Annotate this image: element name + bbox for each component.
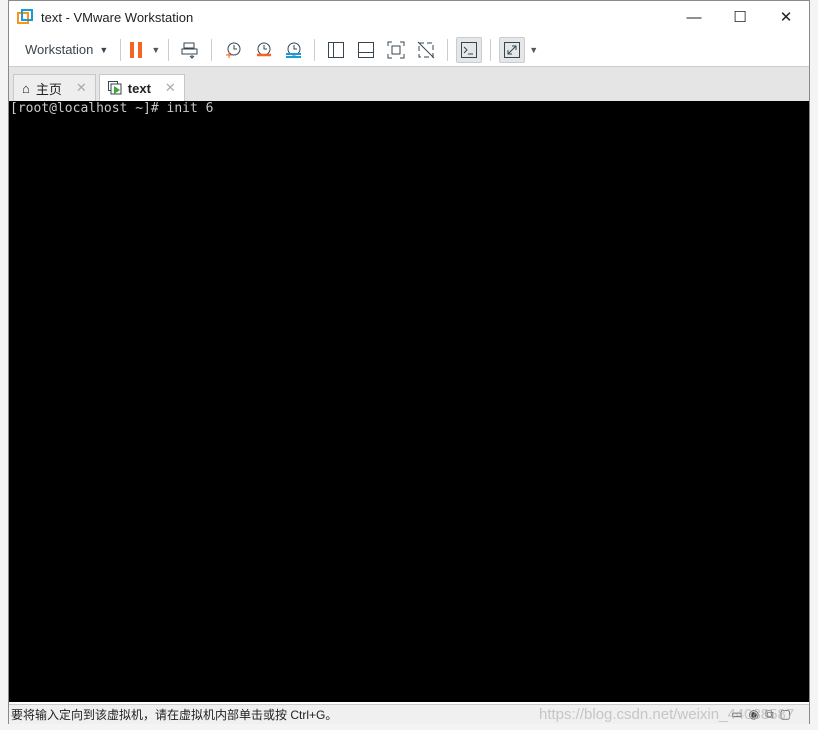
window-title: text - VMware Workstation — [41, 9, 194, 25]
thumbnail-view-icon — [358, 41, 375, 58]
toolbar: Workstation ▼ ▼ ▼ — [9, 33, 809, 67]
console-view-icon — [461, 41, 478, 58]
separator — [447, 38, 449, 61]
fullscreen-button[interactable] — [383, 37, 409, 63]
separator — [120, 38, 122, 61]
snapshot-manager-button[interactable] — [280, 37, 306, 63]
chevron-down-icon[interactable]: ▼ — [529, 45, 538, 55]
snapshot-revert-icon — [257, 42, 272, 56]
status-bar: 要将输入定向到该虚拟机，请在虚拟机内部单击或按 Ctrl+G。 https://… — [9, 704, 809, 724]
console-view-button[interactable] — [456, 36, 483, 63]
close-tab-icon[interactable]: ✕ — [165, 80, 176, 96]
home-icon: ⌂ — [22, 80, 30, 96]
sidebar-view-button[interactable] — [323, 37, 349, 63]
tab-label: text — [127, 80, 151, 96]
unity-button[interactable] — [413, 37, 439, 63]
unity-icon — [417, 41, 435, 58]
thumbnail-view-button[interactable] — [353, 37, 379, 63]
sidebar-view-icon — [328, 41, 345, 58]
send-ctrl-alt-del-icon — [181, 42, 198, 59]
close-button[interactable]: ✕ — [763, 1, 809, 33]
snapshot-take-icon — [226, 42, 241, 58]
stretch-icon — [504, 41, 521, 58]
workstation-menu[interactable]: Workstation ▼ — [21, 37, 112, 63]
watermark: https://blog.csdn.net/weixin_44088587 — [539, 706, 795, 723]
stretch-button[interactable] — [499, 36, 526, 63]
send-ctrl-alt-del-button[interactable] — [177, 37, 203, 63]
vm-console[interactable]: [root@localhost ~]# init 6 — [9, 101, 809, 702]
separator — [314, 38, 316, 61]
workstation-menu-label: Workstation — [25, 42, 94, 57]
take-snapshot-button[interactable] — [220, 37, 246, 63]
tab-home[interactable]: ⌂ 主页 ✕ — [13, 74, 96, 101]
minimize-button[interactable]: — — [671, 1, 717, 33]
vmware-window: text - VMware Workstation — ☐ ✕ Workstat… — [8, 0, 810, 724]
tab-label: 主页 — [35, 81, 62, 97]
fullscreen-icon — [387, 41, 405, 58]
separator — [211, 38, 213, 61]
pause-button[interactable]: ▼ — [129, 37, 160, 63]
tab-vm-text[interactable]: text ✕ — [98, 74, 185, 101]
snapshot-manager-icon — [286, 42, 302, 58]
separator — [168, 38, 170, 61]
pause-icon — [130, 41, 143, 58]
tab-bar: ⌂ 主页 ✕ text ✕ — [9, 67, 809, 101]
chevron-down-icon: ▼ — [151, 44, 161, 55]
close-tab-icon[interactable]: ✕ — [76, 80, 87, 96]
title-bar: text - VMware Workstation — ☐ ✕ — [9, 1, 809, 33]
vmware-logo-icon — [17, 9, 33, 24]
chevron-down-icon: ▼ — [99, 44, 109, 55]
maximize-button[interactable]: ☐ — [717, 1, 763, 33]
status-message: 要将输入定向到该虚拟机，请在虚拟机内部单击或按 Ctrl+G。 — [11, 708, 338, 722]
vm-running-icon — [107, 81, 122, 95]
revert-snapshot-button[interactable] — [250, 37, 276, 63]
separator — [490, 38, 492, 61]
